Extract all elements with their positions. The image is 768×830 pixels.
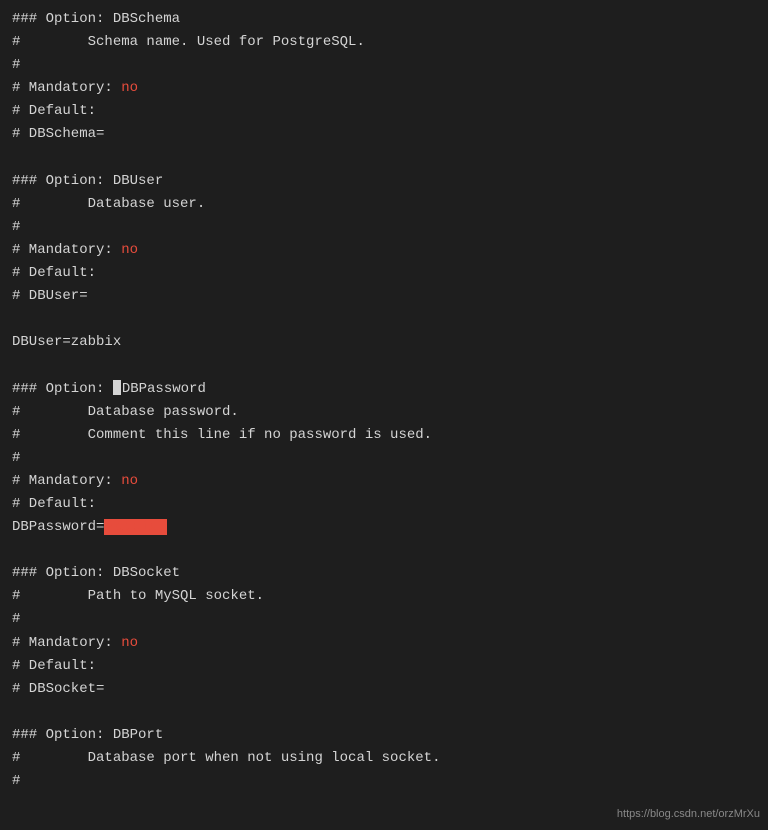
- line-32: ### Option: DBPort: [12, 724, 756, 747]
- line-26: # Path to MySQL socket.: [12, 585, 756, 608]
- line-blank-2: [12, 308, 756, 331]
- cursor: [113, 380, 121, 395]
- line-18: # Database password.: [12, 401, 756, 424]
- line-blank-1: [12, 147, 756, 170]
- redacted-value: zabbix1: [104, 519, 167, 535]
- line-9: # Database user.: [12, 193, 756, 216]
- line-27: #: [12, 608, 756, 631]
- line-28: # Mandatory: no: [12, 632, 756, 655]
- line-5: # Default:: [12, 100, 756, 123]
- line-20: #: [12, 447, 756, 470]
- line-17: ### Option: DBPassword: [12, 378, 756, 401]
- line-15: DBUser=zabbix: [12, 331, 756, 354]
- line-blank-4: [12, 539, 756, 562]
- line-11: # Mandatory: no: [12, 239, 756, 262]
- line-blank-5: [12, 701, 756, 724]
- line-10: #: [12, 216, 756, 239]
- watermark-text: https://blog.csdn.net/orzMrXu: [617, 806, 760, 824]
- line-22: # Default:: [12, 493, 756, 516]
- line-3: #: [12, 54, 756, 77]
- line-33: # Database port when not using local soc…: [12, 747, 756, 770]
- line-4: # Mandatory: no: [12, 77, 756, 100]
- line-19: # Comment this line if no password is us…: [12, 424, 756, 447]
- line-30: # DBSocket=: [12, 678, 756, 701]
- line-34: #: [12, 770, 756, 793]
- line-12: # Default:: [12, 262, 756, 285]
- line-13: # DBUser=: [12, 285, 756, 308]
- line-29: # Default:: [12, 655, 756, 678]
- line-blank-3: [12, 354, 756, 377]
- line-23: DBPassword=zabbix1: [12, 516, 756, 539]
- line-1: ### Option: DBSchema: [12, 8, 756, 31]
- line-21: # Mandatory: no: [12, 470, 756, 493]
- line-6: # DBSchema=: [12, 123, 756, 146]
- code-viewer: ### Option: DBSchema # Schema name. Used…: [0, 0, 768, 830]
- line-8: ### Option: DBUser: [12, 170, 756, 193]
- line-2: # Schema name. Used for PostgreSQL.: [12, 31, 756, 54]
- line-25: ### Option: DBSocket: [12, 562, 756, 585]
